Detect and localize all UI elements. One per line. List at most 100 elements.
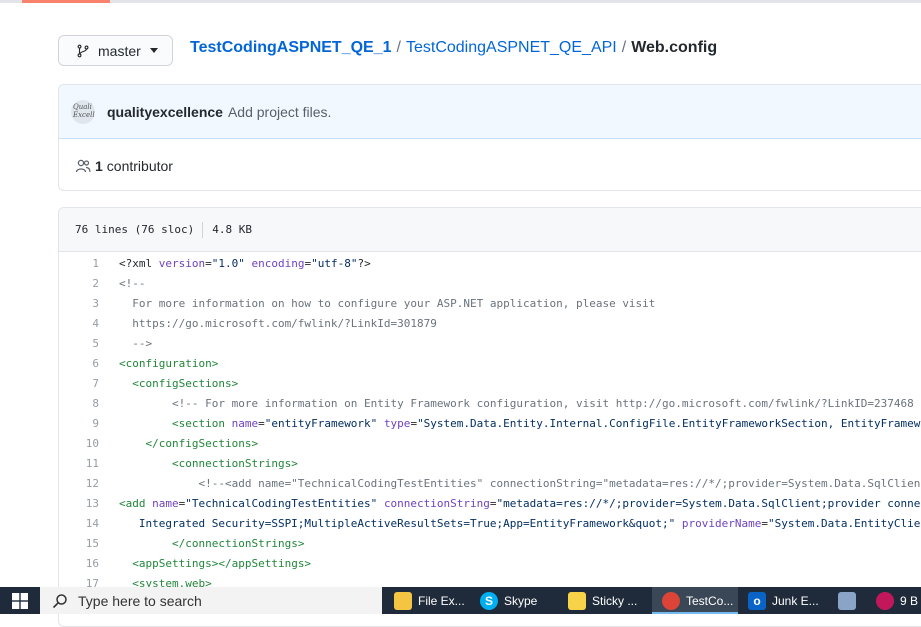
taskbar-item[interactable] (828, 587, 866, 614)
line-number[interactable]: 12 (59, 474, 99, 494)
code-token: <!-- (119, 277, 146, 290)
code-token: "System.Data.Entity.Internal.ConfigFile.… (417, 417, 921, 430)
code-token: <configSections> (132, 377, 239, 390)
code-text: <add name="TechnicalCodingTestEntities" … (119, 494, 921, 514)
commit-header: Quali Excelle qualityexcellence Add proj… (59, 85, 921, 139)
taskbar-item-label: Junk E... (772, 593, 819, 608)
code-token: </connectionStrings> (171, 537, 305, 550)
photos-icon (838, 591, 856, 610)
avatar-text: Quali Excelle (73, 102, 95, 119)
windows-taskbar: Type here to search File Ex... S Skype Stic… (0, 587, 921, 614)
contributor-label: contributor (106, 157, 173, 174)
taskbar-search-box[interactable]: Type here to search (40, 587, 382, 614)
branch-select-button[interactable]: master (58, 35, 173, 66)
code-text: <?xml version="1.0" encoding="utf-8"?> (119, 254, 371, 274)
contributors-row[interactable]: 1 contributor (59, 139, 921, 190)
code-token: --> (119, 337, 153, 350)
taskbar-item[interactable]: o Junk E... (738, 587, 828, 614)
code-token: name (231, 417, 259, 430)
code-token: <connectionStrings> (171, 457, 298, 470)
code-line: 11 <connectionStrings> (59, 454, 921, 474)
code-line: 2 <!-- (59, 274, 921, 294)
code-text: <configSections> (119, 374, 238, 394)
code-token: <configuration> (119, 357, 219, 370)
breadcrumb-repo-link[interactable]: TestCodingASPNET_QE_1 (190, 39, 392, 56)
breadcrumb-folder-link[interactable]: TestCodingASPNET_QE_API (406, 39, 617, 56)
commit-author-link[interactable]: qualityexcellence (107, 104, 223, 120)
taskbar-item[interactable]: 9 B (866, 587, 921, 614)
taskbar-item[interactable]: Sticky ... (558, 587, 652, 614)
code-line: 6 <configuration> (59, 354, 921, 374)
code-token: <add (119, 497, 153, 510)
commit-message-link[interactable]: Add project files. (228, 104, 332, 120)
taskbar-item[interactable]: File Ex... (384, 587, 470, 614)
code-token: "TechnicalCodingTestEntities" (185, 497, 378, 510)
code-line: 5 --> (59, 334, 921, 354)
start-button[interactable] (0, 587, 40, 614)
line-number[interactable]: 5 (59, 334, 99, 354)
code-line: 16 <appSettings></appSettings> (59, 554, 921, 574)
code-token: <?xml (119, 257, 159, 270)
code-text: https://go.microsoft.com/fwlink/?LinkId=… (119, 314, 437, 334)
code-token: providerName (681, 517, 762, 530)
code-line: 1 <?xml version="1.0" encoding="utf-8"?> (59, 254, 921, 274)
taskbar-item[interactable]: S Skype (470, 587, 558, 614)
divider (202, 221, 204, 238)
code-token: encoding (251, 257, 305, 270)
line-number[interactable]: 3 (59, 294, 99, 314)
code-line: 13 <add name = "TechnicalCodingTestEntities… (59, 494, 921, 514)
code-token: </configSections> (145, 437, 259, 450)
line-number[interactable]: 13 (59, 494, 99, 514)
line-number[interactable]: 2 (59, 274, 99, 294)
code-token: = (205, 257, 212, 270)
code-token: "System.Data.EntityClient" (768, 517, 921, 530)
search-placeholder: Type here to search (78, 592, 202, 609)
code-token: ?> (357, 257, 371, 270)
code-text: <section name="entityFramework" type="Sy… (119, 414, 921, 434)
code-line: 10 </configSections> (59, 434, 921, 454)
code-line: 3 For more information on how to configu… (59, 294, 921, 314)
taskbar-item-label: Sticky ... (592, 593, 638, 608)
code-token: "metadata=res://*/;provider=System.Data.… (496, 497, 921, 510)
git-branch-icon (77, 44, 89, 57)
chrome-icon (662, 591, 680, 610)
line-number[interactable]: 7 (59, 374, 99, 394)
line-number[interactable]: 4 (59, 314, 99, 334)
code-text: <connectionStrings> (119, 454, 298, 474)
file-line-count: 76 lines (76 sloc) (75, 223, 195, 236)
code-text: --> (119, 334, 152, 354)
line-number[interactable]: 11 (59, 454, 99, 474)
code-token: For more information on how to configure… (119, 297, 656, 310)
code-text: <!--<add name="TechnicalCodingTestEntiti… (119, 474, 921, 494)
code-line: 7 <configSections> (59, 374, 921, 394)
code-token: <appSettings></appSettings> (132, 557, 312, 570)
outlook-icon: o (748, 591, 766, 610)
taskbar-item[interactable]: TestCo... (652, 587, 738, 614)
code-token: name (152, 497, 179, 510)
code-line: 8 <!-- For more information on Entity Fr… (59, 394, 921, 414)
sticky-notes-icon (568, 591, 586, 610)
line-number[interactable]: 9 (59, 414, 99, 434)
line-number[interactable]: 1 (59, 254, 99, 274)
line-number[interactable]: 10 (59, 434, 99, 454)
avatar[interactable]: Quali Excelle (71, 99, 95, 124)
line-number[interactable]: 16 (59, 554, 99, 574)
code-token: connectionString (383, 497, 490, 510)
code-line: 12 <!--<add name="TechnicalCodingTestEnt… (59, 474, 921, 494)
top-border (0, 0, 921, 3)
code-token: version (158, 257, 206, 270)
line-number[interactable]: 14 (59, 514, 99, 534)
chevron-down-icon (149, 48, 158, 53)
code-token: = (258, 417, 265, 430)
code-text: </configSections> (119, 434, 259, 454)
line-number[interactable]: 15 (59, 534, 99, 554)
line-number[interactable]: 6 (59, 354, 99, 374)
breadcrumb-file-name: Web.config (631, 39, 718, 56)
line-number[interactable]: 8 (59, 394, 99, 414)
